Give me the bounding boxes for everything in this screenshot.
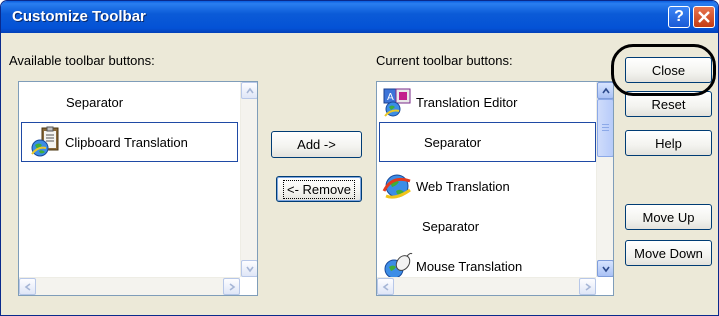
move-down-button[interactable]: Move Down <box>625 240 712 266</box>
scroll-right-button[interactable] <box>579 278 596 295</box>
list-item[interactable]: Separator <box>377 206 596 246</box>
arrow-up-icon <box>246 87 254 94</box>
close-button[interactable]: Close <box>625 57 712 83</box>
arrow-left-icon <box>382 283 389 291</box>
scroll-left-button[interactable] <box>377 278 394 295</box>
available-buttons-label: Available toolbar buttons: <box>9 53 155 68</box>
customize-toolbar-dialog: Customize Toolbar ? Available toolbar bu… <box>0 0 719 316</box>
scroll-down-button[interactable] <box>241 260 257 277</box>
list-item[interactable]: Clipboard Translation <box>21 122 238 162</box>
arrow-left-icon <box>24 283 31 291</box>
available-horizontal-scrollbar[interactable] <box>19 277 240 295</box>
list-item[interactable]: Separator <box>19 82 240 122</box>
current-vertical-scrollbar[interactable] <box>596 82 613 277</box>
scroll-down-button[interactable] <box>597 260 613 277</box>
help-button[interactable]: Help <box>625 130 712 156</box>
arrow-right-icon <box>585 283 592 291</box>
list-item-label: Separator <box>422 218 480 234</box>
help-title-button[interactable]: ? <box>668 6 690 28</box>
list-item-label: Separator <box>424 134 482 150</box>
list-item[interactable]: A Translation Editor <box>377 82 596 122</box>
list-item-label: Separator <box>66 94 124 110</box>
dialog-title: Customize Toolbar <box>12 8 146 25</box>
add-button[interactable]: Add -> <box>271 131 362 158</box>
scroll-right-button[interactable] <box>223 278 240 295</box>
list-item-label: Clipboard Translation <box>65 134 188 150</box>
scroll-left-button[interactable] <box>19 278 36 295</box>
move-up-button[interactable]: Move Up <box>625 204 712 230</box>
list-item-label: Web Translation <box>416 178 510 194</box>
translation-editor-icon: A <box>383 88 411 117</box>
available-buttons-list[interactable]: Separator Clipboard Translation <box>18 81 258 296</box>
clipboard-globe-icon <box>31 126 59 157</box>
title-bar[interactable]: Customize Toolbar ? <box>1 1 718 33</box>
list-item[interactable]: Separator <box>379 122 596 162</box>
scroll-up-button[interactable] <box>597 82 613 99</box>
scroll-up-button[interactable] <box>241 82 257 99</box>
current-buttons-label: Current toolbar buttons: <box>376 53 513 68</box>
web-globe-icon <box>382 174 411 199</box>
arrow-right-icon <box>229 283 236 291</box>
available-vertical-scrollbar[interactable] <box>240 82 257 277</box>
scroll-thumb[interactable] <box>597 99 613 157</box>
arrow-down-icon <box>602 266 610 273</box>
list-item-label: Translation Editor <box>416 94 518 110</box>
question-mark-icon: ? <box>674 8 684 25</box>
arrow-up-icon <box>602 87 610 94</box>
close-title-button[interactable] <box>693 6 715 28</box>
remove-button[interactable]: <- Remove <box>276 176 362 202</box>
reset-button[interactable]: Reset <box>625 91 712 117</box>
current-horizontal-scrollbar[interactable] <box>377 277 596 295</box>
current-buttons-list[interactable]: A Translation Editor Separator Web Trans… <box>376 81 614 296</box>
list-item-label: Mouse Translation <box>416 258 523 274</box>
list-item[interactable]: Web Translation <box>377 166 596 206</box>
close-icon <box>698 11 710 23</box>
arrow-down-icon <box>246 266 254 273</box>
svg-text:A: A <box>387 92 394 103</box>
